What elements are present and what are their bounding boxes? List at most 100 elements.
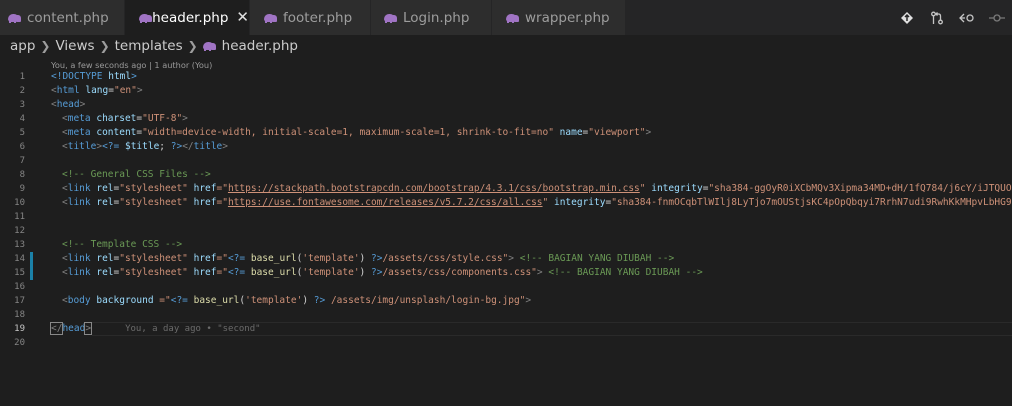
token: base_url xyxy=(245,267,297,278)
token: =" xyxy=(216,267,228,278)
token: rel xyxy=(90,197,114,208)
url-link[interactable]: https://use.fontawesome.com/releases/v5.… xyxy=(228,197,543,208)
tab-bar: content.php header.php ✕ footer.php Logi… xyxy=(0,0,1012,35)
code-line: 14 <link rel="stylesheet" href="<?= base… xyxy=(0,252,1012,266)
tab-label: content.php xyxy=(27,9,109,26)
code-text: <link rel="stylesheet" href="<?= base_ur… xyxy=(62,266,703,280)
code-line: 15 <link rel="stylesheet" href="<?= base… xyxy=(0,266,1012,280)
code-editor[interactable]: You, a few seconds ago | 1 author (You) … xyxy=(0,57,1012,406)
token: ?> xyxy=(371,267,383,278)
php-elephant-icon xyxy=(264,13,278,23)
token: head xyxy=(56,99,80,110)
token: /assets/css/style.css" xyxy=(382,253,509,264)
token: "en" xyxy=(113,85,137,96)
token: "stylesheet" xyxy=(119,183,188,194)
git-compare-icon[interactable] xyxy=(892,0,922,35)
token: > xyxy=(79,99,86,110)
token: =" xyxy=(216,183,228,194)
php-elephant-icon xyxy=(506,13,520,23)
token: base_url xyxy=(187,295,240,306)
token: "sha384-fnmOCqbTlWIlj8LyTjo7mOUStjsKC4pO… xyxy=(611,197,1012,208)
chevron-right-icon: ❯ xyxy=(187,39,198,53)
line-number: 4 xyxy=(19,114,25,124)
token: > xyxy=(84,322,93,335)
tab-header-php[interactable]: header.php ✕ xyxy=(125,0,250,35)
line-number: 19 xyxy=(14,324,25,334)
chevron-right-icon: ❯ xyxy=(99,39,110,53)
line-number: 17 xyxy=(14,296,25,306)
code-line: 18 xyxy=(0,308,1012,322)
line-number: 3 xyxy=(19,100,25,110)
code-text: <meta content="width=device-width, initi… xyxy=(62,126,651,140)
code-line: 5 <meta content="width=device-width, ini… xyxy=(0,126,1012,140)
php-elephant-icon xyxy=(8,13,22,23)
token: meta xyxy=(67,127,91,138)
token: integrity xyxy=(645,183,703,194)
breadcrumb-file[interactable]: header.php xyxy=(222,38,298,54)
token: href xyxy=(187,253,217,264)
token: rel xyxy=(90,267,114,278)
line-number: 13 xyxy=(14,240,25,250)
token: href xyxy=(187,197,217,208)
chevron-right-icon: ❯ xyxy=(40,39,51,53)
git-codelens[interactable]: You, a few seconds ago | 1 author (You) xyxy=(51,60,212,70)
code-line: 8 <!-- General CSS Files --> xyxy=(0,168,1012,182)
token: href xyxy=(187,183,217,194)
code-text: <head> xyxy=(51,98,85,112)
token: 'template' xyxy=(302,267,360,278)
code-line: 19 </head> You, a day ago • "second" xyxy=(0,322,1012,336)
go-back-icon[interactable] xyxy=(952,0,982,35)
source-control-icon[interactable] xyxy=(922,0,952,35)
line-number: 18 xyxy=(14,310,25,320)
token: DOCTYPE xyxy=(62,71,103,82)
code-line: 13 <!-- Template CSS --> xyxy=(0,238,1012,252)
token: $title xyxy=(119,141,160,152)
token: <!-- BAGIAN YANG DIUBAH --> xyxy=(514,253,675,264)
code-line: 9 <link rel="stylesheet" href="https://s… xyxy=(0,182,1012,196)
commit-icon[interactable] xyxy=(982,0,1012,35)
tab-content-php[interactable]: content.php xyxy=(0,0,125,35)
close-icon[interactable]: ✕ xyxy=(236,8,249,26)
token: link xyxy=(67,183,91,194)
token: background xyxy=(90,295,154,306)
token: "stylesheet" xyxy=(119,267,188,278)
token: head xyxy=(62,323,86,334)
token: ) xyxy=(359,253,371,264)
line-number: 16 xyxy=(14,282,25,292)
token: <!-- BAGIAN YANG DIUBAH --> xyxy=(542,267,703,278)
token: ?> xyxy=(371,253,383,264)
code-text: <link rel="stylesheet" href="<?= base_ur… xyxy=(62,252,674,266)
code-text: </head> You, a day ago • "second" xyxy=(49,322,261,336)
token: <?= xyxy=(170,295,188,306)
breadcrumb-item-templates[interactable]: templates xyxy=(115,38,183,54)
token: title xyxy=(193,141,223,152)
token: title xyxy=(67,141,97,152)
token: "sha384-ggOyR0iXCbMQv3Xipma34MD+dH/1fQ78… xyxy=(708,183,1012,194)
token: ; xyxy=(159,141,171,152)
token: html xyxy=(56,85,80,96)
token: <?= xyxy=(227,267,246,278)
tab-wrapper-php[interactable]: wrapper.php xyxy=(492,0,626,35)
token: html xyxy=(102,71,132,82)
token: > xyxy=(645,127,652,138)
code-line: 1 <!DOCTYPE html> xyxy=(0,70,1012,84)
code-text: <meta charset="UTF-8"> xyxy=(62,112,188,126)
token: link xyxy=(67,197,91,208)
breadcrumb: app ❯ Views ❯ templates ❯ header.php xyxy=(0,35,1012,57)
breadcrumb-item-views[interactable]: Views xyxy=(55,38,94,54)
git-blame-annotation: You, a day ago • "second" xyxy=(125,324,261,334)
tab-login-php[interactable]: Login.php xyxy=(371,0,492,35)
url-link[interactable]: https://stackpath.bootstrapcdn.com/boots… xyxy=(228,183,640,194)
php-elephant-icon xyxy=(139,13,152,23)
token: rel xyxy=(90,183,114,194)
code-line: 12 xyxy=(0,224,1012,238)
breadcrumb-item-app[interactable]: app xyxy=(10,38,35,54)
line-number: 5 xyxy=(19,128,25,138)
token: =" xyxy=(216,197,228,208)
tab-label: footer.php xyxy=(283,9,353,26)
code-line: 20 xyxy=(0,336,1012,350)
tab-label: header.php xyxy=(152,9,229,26)
token: ?> xyxy=(313,295,326,306)
tab-footer-php[interactable]: footer.php xyxy=(250,0,371,35)
code-text: <!DOCTYPE html> xyxy=(51,70,137,84)
